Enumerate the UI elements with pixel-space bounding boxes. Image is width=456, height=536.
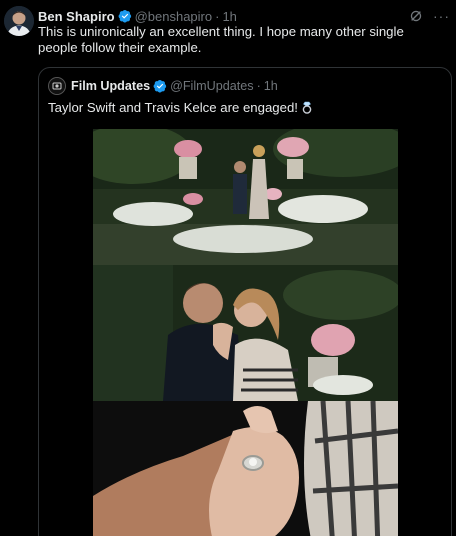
quoted-text: Taylor Swift and Travis Kelce are engage…: [48, 100, 298, 115]
tweet-card[interactable]: Ben Shapiro @benshapiro · 1h ··· This is…: [0, 0, 456, 536]
quoted-tweet[interactable]: Film Updates @FilmUpdates · 1h Taylor Sw…: [38, 67, 452, 536]
tweet-timestamp[interactable]: 1h: [222, 9, 236, 24]
quoted-timestamp: 1h: [263, 79, 278, 93]
couple-embrace-photo[interactable]: [93, 265, 398, 401]
quoted-header: Film Updates @FilmUpdates · 1h: [48, 77, 443, 95]
grok-icon[interactable]: [409, 9, 423, 23]
separator-dot: ·: [215, 8, 220, 24]
quoted-media-grid[interactable]: [93, 129, 398, 536]
more-options-icon[interactable]: ···: [433, 9, 450, 23]
garden-proposal-photo[interactable]: [93, 129, 398, 265]
quoted-separator-dot: ·: [256, 79, 261, 93]
quoted-text-row: Taylor Swift and Travis Kelce are engage…: [48, 100, 443, 116]
quoted-author-name[interactable]: Film Updates: [71, 79, 150, 93]
quoted-author-handle: @FilmUpdates: [170, 79, 254, 93]
header-actions: ···: [409, 9, 450, 23]
tweet-text: This is unironically an excellent thing.…: [38, 24, 404, 55]
ring-emoji-icon: [301, 101, 313, 114]
engagement-ring-photo[interactable]: [93, 401, 398, 536]
quoted-author-avatar[interactable]: [48, 77, 66, 95]
verified-badge-icon[interactable]: [118, 9, 132, 23]
author-name[interactable]: Ben Shapiro: [38, 9, 115, 24]
author-handle[interactable]: @benshapiro: [135, 9, 213, 24]
quoted-verified-badge-icon: [153, 79, 167, 93]
tweet-header: Ben Shapiro @benshapiro · 1h ···: [38, 7, 450, 25]
author-avatar[interactable]: [4, 6, 34, 36]
